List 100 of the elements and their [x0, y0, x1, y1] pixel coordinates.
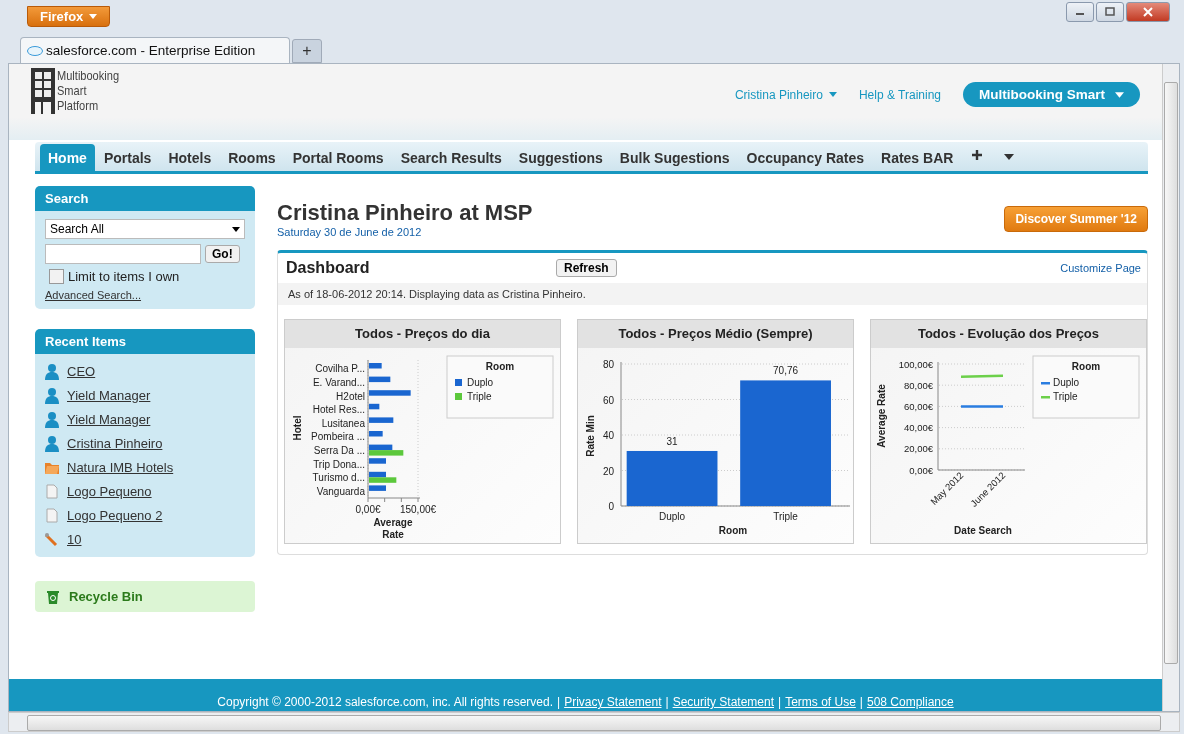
search-field[interactable] — [45, 244, 201, 264]
caret-icon — [232, 226, 240, 232]
legend-label: Triple — [1053, 391, 1078, 402]
horizontal-scrollbar[interactable] — [8, 712, 1180, 732]
nav-tab[interactable]: Portals — [95, 144, 160, 171]
caret-icon — [89, 14, 98, 19]
document-icon — [45, 484, 59, 499]
recent-item-link[interactable]: CEO — [67, 364, 96, 379]
page-title: Cristina Pinheiro at MSP — [277, 200, 533, 226]
axis-title: Hotel — [292, 415, 303, 441]
checkbox[interactable] — [49, 269, 64, 284]
checkbox-label: Limit to items I own — [68, 269, 180, 284]
close-button[interactable] — [1126, 2, 1170, 22]
axis-title: Room — [718, 525, 748, 536]
tick-label: 20 — [602, 465, 614, 477]
wrench-icon — [45, 532, 59, 547]
legend-title: Room — [485, 361, 515, 372]
bar — [369, 458, 386, 464]
close-icon — [1143, 7, 1153, 17]
new-tab-button[interactable]: + — [292, 39, 322, 63]
recent-item-link[interactable]: Logo Pequeno 2 — [67, 508, 163, 523]
person-icon — [45, 363, 59, 380]
minimize-button[interactable] — [1066, 2, 1094, 22]
bar — [369, 403, 380, 410]
axis-title: Rate Min — [585, 415, 596, 457]
refresh-button[interactable]: Refresh — [556, 259, 617, 277]
recent-item-link[interactable]: Natura IMB Hotels — [67, 460, 174, 475]
nav-tab[interactable]: Rates BAR — [873, 144, 962, 171]
axis-label: Pombeira ... — [311, 431, 365, 443]
line — [961, 405, 1003, 408]
recent-item-link[interactable]: Cristina Pinheiro — [67, 436, 163, 451]
nav-tab[interactable]: Hotels — [160, 144, 220, 171]
go-button[interactable]: Go! — [205, 245, 240, 263]
recycle-bin-link[interactable]: Recycle Bin — [35, 581, 255, 612]
separator: | — [557, 695, 561, 709]
tick-label: 100,00€ — [898, 358, 933, 370]
tick-label: 80,00€ — [903, 379, 933, 391]
legend-label: Duplo — [467, 377, 494, 388]
tick-label: 0,00€ — [909, 464, 933, 476]
search-scope-dropdown[interactable]: Search All — [45, 219, 245, 239]
tick-label: 0 — [608, 501, 614, 512]
chart-title: Todos - Evolução dos Preços — [871, 320, 1146, 348]
axis-label: Triple — [773, 511, 798, 522]
axis-label: Serra Da ... — [313, 444, 365, 456]
tick-label: 60 — [602, 394, 614, 406]
section-header: Recent Items — [35, 329, 255, 354]
nav-tab[interactable]: Occupancy Rates — [738, 144, 872, 171]
nav-tab[interactable]: Suggestions — [510, 144, 611, 171]
recent-item-link[interactable]: Yield Manager — [67, 388, 151, 403]
axis-label: Turismo d... — [312, 472, 365, 484]
plus-icon[interactable] — [972, 150, 983, 160]
axis-title: Date Search — [954, 525, 1012, 536]
caret-icon[interactable] — [1004, 154, 1015, 160]
bar — [369, 376, 391, 383]
trash-icon — [47, 589, 59, 604]
tick-label: 20,00€ — [903, 443, 933, 455]
axis-label: Covilha P... — [315, 363, 365, 375]
axis-title: Average Rate — [876, 384, 887, 448]
nav-tab[interactable]: Rooms — [220, 144, 284, 171]
tick-label: 40,00€ — [903, 422, 933, 434]
line — [960, 374, 1004, 378]
recent-item-link[interactable]: Yield Manager — [67, 412, 151, 427]
tick-label: 80 — [602, 359, 614, 370]
building-logo-icon — [31, 68, 55, 114]
value-label: 31 — [666, 436, 678, 447]
tick-label: 60,00€ — [903, 400, 933, 412]
recent-item-link[interactable]: 10 — [67, 532, 82, 547]
axis-label: Duplo — [659, 511, 686, 522]
person-icon — [45, 435, 59, 452]
nav-tab[interactable]: Bulk Sugestions — [611, 144, 738, 171]
bar — [369, 417, 394, 423]
tick-label: 0,00€ — [355, 504, 381, 515]
legend-label: Triple — [467, 391, 492, 402]
chart-title: Todos - Preços Médio (Sempre) — [578, 320, 853, 348]
date-text: Saturday 30 de June de 2012 — [277, 226, 423, 238]
dashboard-title: Dashboard — [286, 259, 371, 277]
folder-icon — [45, 460, 59, 475]
maximize-button[interactable] — [1096, 2, 1124, 22]
nav-tab[interactable]: Search Results — [392, 144, 510, 171]
browser-tab[interactable]: salesforce.com - Enterprise Edition — [20, 37, 290, 63]
tick-label: 150,00€ — [399, 504, 437, 515]
axis-label: Hotel Res... — [312, 404, 365, 416]
axis-label: Vanguarda — [316, 485, 365, 497]
legend-label: Duplo — [1053, 377, 1080, 388]
bar — [369, 390, 411, 396]
logo-text: Platform — [57, 98, 100, 113]
advanced-search-link[interactable]: Advanced Search... — [45, 289, 245, 301]
legend-title: Room — [1071, 361, 1101, 372]
copyright-text: Copyright © 2000-2012 salesforce.com, inc. All rights reserved. — [217, 695, 553, 709]
vertical-scrollbar[interactable] — [1162, 64, 1179, 711]
caret-icon — [1115, 91, 1124, 98]
maximize-icon — [1105, 7, 1115, 17]
person-icon — [45, 387, 59, 404]
customize-page-link[interactable]: Customize Page — [1060, 262, 1141, 274]
cloud-icon — [27, 45, 43, 56]
recent-item-link[interactable]: Logo Pequeno — [67, 484, 152, 499]
bar — [369, 363, 382, 369]
tick-label: 40 — [602, 430, 614, 441]
nav-tab[interactable]: Portal Rooms — [284, 144, 392, 171]
caret-icon — [828, 92, 837, 97]
